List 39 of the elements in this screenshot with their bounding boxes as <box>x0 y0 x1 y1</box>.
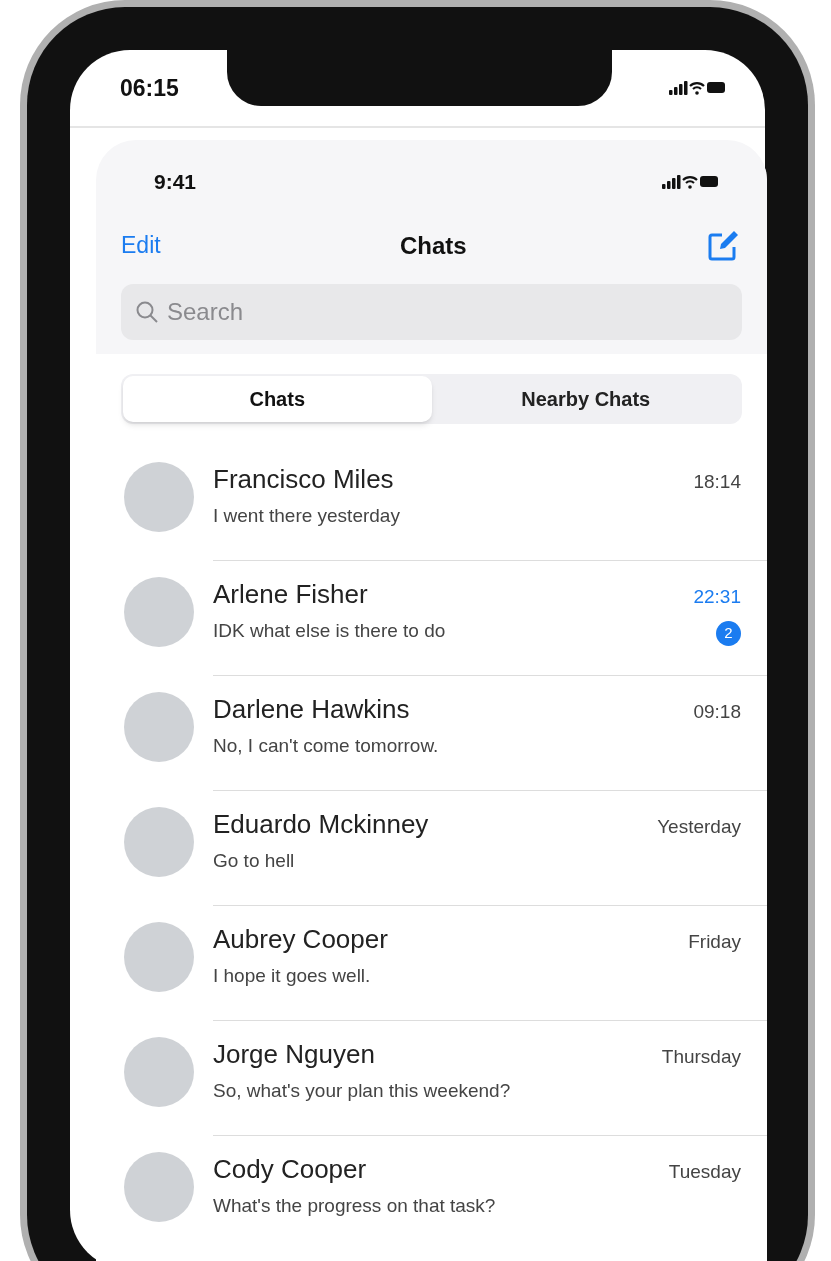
message-preview: No, I can't come tomorrow. <box>213 733 439 758</box>
device-status-icons <box>669 79 727 97</box>
contact-name: Francisco Miles <box>213 462 395 496</box>
message-time: Yesterday <box>657 814 741 839</box>
contact-name: Arlene Fisher <box>213 577 369 611</box>
message-time: 09:18 <box>693 699 741 724</box>
unread-count: 2 <box>716 621 741 646</box>
message-preview: I went there yesterday <box>213 503 400 528</box>
chat-row[interactable]: Darlene Hawkins No, I can't come tomorrow. 09:18 <box>124 675 767 791</box>
contact-name: Eduardo Mckinney <box>213 807 429 841</box>
chat-row[interactable]: Cody Cooper What's the progress on that task? Tuesday <box>124 1135 767 1251</box>
screen-title: Chats <box>399 230 467 261</box>
message-time: Friday <box>688 929 741 954</box>
message-preview: What's the progress on that task? <box>213 1193 496 1218</box>
message-time: Tuesday <box>668 1159 741 1184</box>
message-preview: Go to hell <box>213 848 296 873</box>
status-time: 9:41 <box>154 169 197 195</box>
search-field[interactable]: Search <box>121 283 742 340</box>
message-time: Thursday <box>661 1044 741 1069</box>
segment-tab[interactable]: Chats <box>123 375 432 422</box>
message-preview: I hope it goes well. <box>213 963 372 988</box>
status-icons <box>662 172 720 191</box>
contact-name: Jorge Nguyen <box>213 1037 376 1071</box>
chat-row[interactable]: Jorge Nguyen So, what's your plan this weekend? Thursday <box>124 1020 767 1136</box>
contact-name: Darlene Hawkins <box>213 692 411 726</box>
chat-row[interactable]: Arlene Fisher IDK what else is there to do 22:31 2 <box>124 560 767 676</box>
contact-name: Aubrey Cooper <box>213 922 388 956</box>
message-time: 22:31 <box>693 584 741 609</box>
compose-icon[interactable] <box>706 228 740 263</box>
message-preview: IDK what else is there to do <box>213 618 446 643</box>
chat-row[interactable]: Aubrey Cooper I hope it goes well. Friday <box>124 905 767 1021</box>
edit-button[interactable]: Edit <box>121 228 161 263</box>
device-clock: 06:15 <box>120 73 179 103</box>
message-preview: So, what's your plan this weekend? <box>213 1078 511 1103</box>
segment-tab[interactable]: Nearby Chats <box>431 375 740 422</box>
chat-row[interactable]: Francisco Miles I went there yesterday 18:14 <box>124 445 767 561</box>
message-time: 18:14 <box>693 469 741 494</box>
contact-name: Cody Cooper <box>213 1152 368 1186</box>
chat-row[interactable]: Eduardo Mckinney Go to hell Yesterday <box>124 790 767 906</box>
